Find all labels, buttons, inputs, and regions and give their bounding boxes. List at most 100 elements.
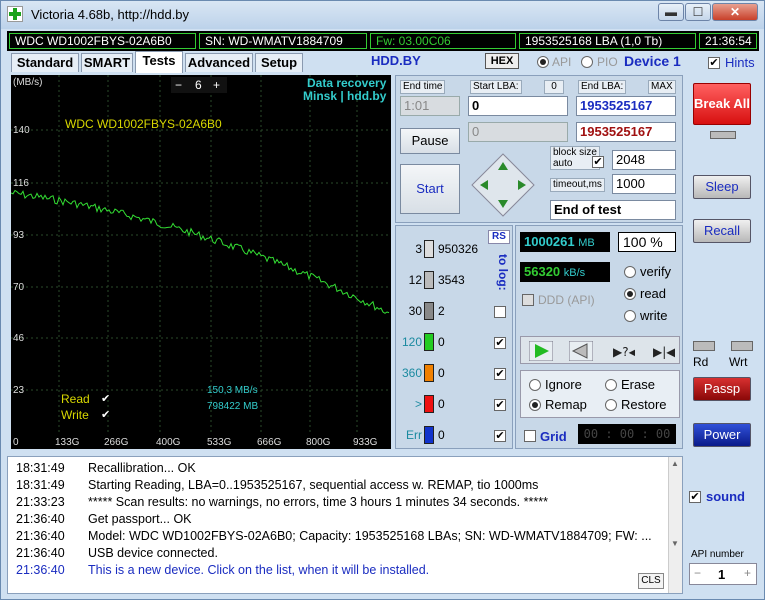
stepper-minus-button[interactable]: − xyxy=(175,77,182,93)
ddd-label: DDD (API) xyxy=(538,293,595,307)
device-selector[interactable]: Device 1 xyxy=(624,53,681,69)
scroll-down-icon[interactable]: ▼ xyxy=(671,539,679,548)
remap-label: Remap xyxy=(545,397,587,412)
segment-count: 2 xyxy=(438,304,445,318)
start-lba-badge[interactable]: 0 xyxy=(544,80,564,94)
test-controls-panel: End time Start LBA: 0 End LBA: MAX 1:01 … xyxy=(395,75,683,223)
passport-button[interactable]: Passp xyxy=(693,377,751,401)
end-lba-display: 1953525167 xyxy=(576,122,676,142)
drive-info-bar: WDC WD1002FBYS-02A6B0 SN: WD-WMATV188470… xyxy=(7,31,759,51)
drive-firmware: Fw: 03.00C06 xyxy=(370,33,516,49)
grid-checkbox[interactable] xyxy=(524,430,536,442)
log-time: 21:36:40 xyxy=(16,512,65,526)
segment-log-checkbox[interactable]: ✔ xyxy=(494,337,506,349)
legend-write: Write xyxy=(61,408,89,422)
stats-panel: 1000261 MB 100 % 56320 kB/s DDD (API) ve… xyxy=(515,225,683,449)
y-tick: 93 xyxy=(13,230,25,241)
block-size-select[interactable]: 2048 xyxy=(612,150,676,170)
ddd-checkbox[interactable] xyxy=(522,294,534,306)
erase-radio[interactable] xyxy=(605,379,617,391)
log-scrollbar[interactable]: ▲ ▼ xyxy=(668,457,682,593)
block-size-text: block size xyxy=(553,147,597,158)
read-radio[interactable] xyxy=(624,288,636,300)
start-button[interactable]: Start xyxy=(400,164,460,214)
segment-log-checkbox[interactable] xyxy=(494,306,506,318)
segment-color-box xyxy=(424,333,434,351)
kbs-value: 56320 xyxy=(524,264,561,279)
end-of-test-select[interactable]: End of test xyxy=(550,200,676,220)
log-time: 18:31:49 xyxy=(16,461,65,475)
write-label: write xyxy=(640,308,668,323)
sleep-button[interactable]: Sleep xyxy=(693,175,751,199)
verify-radio[interactable] xyxy=(624,266,636,278)
kbs-unit: kB/s xyxy=(563,267,586,279)
api-radio[interactable] xyxy=(537,56,549,68)
tab-setup[interactable]: Setup xyxy=(255,53,303,72)
power-button[interactable]: Power xyxy=(693,423,751,447)
block-auto-checkbox[interactable]: ✔ xyxy=(592,156,604,168)
segment-log-checkbox[interactable]: ✔ xyxy=(494,368,506,380)
start-lba-input[interactable]: 0 xyxy=(468,96,568,116)
butterfly-icon[interactable]: ▶|◀ xyxy=(651,341,675,361)
maximize-button[interactable]: ☐ xyxy=(685,3,711,21)
start-lba-label: Start LBA: xyxy=(470,80,522,94)
tab-advanced[interactable]: Advanced xyxy=(185,53,253,72)
ignore-radio[interactable] xyxy=(529,379,541,391)
tab-tests[interactable]: Tests xyxy=(135,51,183,73)
recall-button[interactable]: Recall xyxy=(693,219,751,243)
end-lba-input[interactable]: 1953525167 xyxy=(576,96,676,116)
tab-smart[interactable]: SMART xyxy=(81,53,133,72)
y-tick: 70 xyxy=(13,282,25,293)
graph-scale-stepper[interactable]: − 6 + xyxy=(171,77,227,93)
remap-radio[interactable] xyxy=(529,399,541,411)
pause-button[interactable]: Pause xyxy=(400,128,460,154)
direction-pad[interactable] xyxy=(470,152,536,218)
hints-checkbox[interactable]: ✔ xyxy=(708,57,720,69)
play-forward-icon[interactable] xyxy=(529,341,553,361)
event-log[interactable]: 18:31:49 Recallibration... OK 18:31:49 Star… xyxy=(7,456,683,594)
hddby-link[interactable]: HDD.BY xyxy=(371,53,421,68)
clear-log-button[interactable]: CLS xyxy=(638,573,664,589)
restore-radio[interactable] xyxy=(605,399,617,411)
restore-label: Restore xyxy=(621,397,667,412)
segment-log-checkbox[interactable]: ✔ xyxy=(494,399,506,411)
verify-label: verify xyxy=(640,264,672,279)
close-button[interactable]: ✕ xyxy=(712,3,758,21)
max-button[interactable]: MAX xyxy=(648,80,676,94)
speed-counter: 56320 kB/s xyxy=(520,262,610,282)
rd-label: Rd xyxy=(693,355,709,369)
minimize-button[interactable]: ▬ xyxy=(658,3,684,21)
log-time: 18:31:49 xyxy=(16,478,65,492)
legend-write-check-icon[interactable]: ✔ xyxy=(101,408,110,421)
segment-log-checkbox[interactable]: ✔ xyxy=(494,430,506,442)
api-number-stepper[interactable]: − 1 + xyxy=(689,563,757,585)
end-time-input[interactable]: 1:01 xyxy=(400,96,460,116)
api-plus-button[interactable]: + xyxy=(744,566,751,580)
pio-label: PIO xyxy=(597,55,618,69)
mb-value: 1000261 xyxy=(524,234,575,249)
break-all-button[interactable]: Break All xyxy=(693,83,751,125)
random-seek-icon[interactable]: ▶?◀ xyxy=(611,341,635,361)
read-label: read xyxy=(640,286,667,301)
api-minus-button[interactable]: − xyxy=(694,566,701,580)
log-message: Model: WDC WD1002FBYS-02A6B0; Capacity: … xyxy=(88,529,652,543)
y-tick: 23 xyxy=(13,385,25,396)
tab-standard[interactable]: Standard xyxy=(11,53,79,72)
sound-checkbox[interactable]: ✔ xyxy=(689,491,701,503)
play-backward-icon[interactable] xyxy=(569,341,593,361)
segment-color-box xyxy=(424,364,434,382)
timeout-select[interactable]: 1000 xyxy=(612,174,676,194)
stepper-plus-button[interactable]: + xyxy=(213,77,220,93)
mb-counter: 1000261 MB xyxy=(520,232,610,252)
segment-label: 12 xyxy=(408,273,422,287)
hex-button[interactable]: HEX xyxy=(485,53,519,69)
segment-label: 30 xyxy=(408,304,422,318)
write-radio[interactable] xyxy=(624,310,636,322)
drive-serial: SN: WD-WMATV1884709 xyxy=(199,33,367,49)
segment-count: 0 xyxy=(438,397,445,411)
pio-radio[interactable] xyxy=(581,56,593,68)
scroll-up-icon[interactable]: ▲ xyxy=(671,459,679,468)
rs-button[interactable]: RS xyxy=(488,230,510,244)
legend-read-check-icon[interactable]: ✔ xyxy=(101,392,110,405)
log-time: 21:33:23 xyxy=(16,495,65,509)
